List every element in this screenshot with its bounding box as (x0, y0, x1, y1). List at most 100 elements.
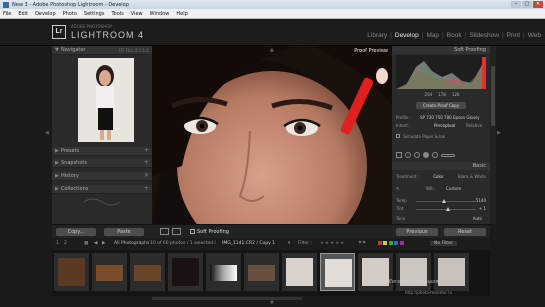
histogram-header[interactable]: Soft Proofing (392, 46, 490, 54)
soft-proofing-toggle[interactable]: Soft Proofing (190, 229, 229, 235)
filmstrip-thumb-selected[interactable] (320, 253, 355, 291)
collections-header[interactable]: ▶ Collections + (52, 185, 152, 194)
menu-photo[interactable]: Photo (63, 11, 77, 17)
red-eye-tool-icon[interactable] (414, 152, 420, 158)
portrait-closeup-image (152, 46, 392, 224)
intent-relative[interactable]: Relative (466, 123, 482, 128)
menu-file[interactable]: File (3, 11, 11, 17)
page-2-button[interactable]: 2 (64, 241, 67, 246)
no-filter-dropdown[interactable]: No Filter (430, 241, 457, 246)
histogram[interactable] (396, 55, 486, 89)
filmstrip-thumb[interactable] (358, 253, 393, 291)
history-header[interactable]: ▶ History × (52, 172, 152, 181)
temp-slider-knob[interactable] (442, 199, 446, 203)
module-web[interactable]: Web (528, 32, 541, 39)
reset-button[interactable]: Reset (444, 228, 486, 236)
bottom-panel-toggle-icon[interactable]: ▼ (270, 300, 274, 306)
close-button[interactable]: ✕ (533, 1, 543, 8)
filmstrip-source[interactable]: All Photographs (114, 241, 149, 246)
filmstrip-thumb[interactable] (206, 253, 241, 291)
scrollbar-thumb[interactable] (491, 66, 495, 126)
forward-arrow-icon[interactable]: ▶ (102, 241, 105, 246)
filmstrip-thumb[interactable] (130, 253, 165, 291)
filmstrip-thumb[interactable] (282, 253, 317, 291)
menu-tools[interactable]: Tools (111, 11, 123, 17)
back-arrow-icon[interactable]: ◀ (94, 241, 97, 246)
menu-window[interactable]: Window (150, 11, 170, 17)
page-1-button[interactable]: 1 (56, 241, 59, 246)
watermark-author: Автор: Евгений Карташов (370, 279, 439, 285)
spot-removal-tool-icon[interactable] (405, 152, 411, 158)
white-balance-picker-icon[interactable]: ✎ (396, 186, 399, 191)
navigator-header[interactable]: ▼ Navigator FIT FILL 4:1 1:1 (52, 46, 152, 55)
module-slideshow[interactable]: Slideshow (469, 32, 499, 39)
tint-slider[interactable] (416, 207, 476, 211)
rating-filter-stars[interactable]: ★★★★★ (320, 241, 345, 246)
right-panel-scrollbar[interactable] (490, 46, 496, 224)
menu-help[interactable]: Help (176, 11, 187, 17)
menu-settings[interactable]: Settings (84, 11, 105, 17)
temp-value[interactable]: 5140 (476, 198, 486, 203)
color-label-filter[interactable] (378, 241, 404, 247)
tint-value[interactable]: + 1 (479, 206, 486, 211)
previous-button[interactable]: Previous (396, 228, 438, 236)
navigator-zoom-options[interactable]: FIT FILL 4:1 1:1 (118, 48, 149, 53)
menu-view[interactable]: View (131, 11, 143, 17)
snapshots-header[interactable]: ▶ Snapshots + (52, 159, 152, 168)
flag-filter-icon[interactable]: ⚑⚑ (358, 241, 366, 246)
intent-row[interactable]: Intent : Perceptual Relative (396, 123, 486, 128)
module-library[interactable]: Library (367, 32, 387, 39)
grid-icon[interactable]: ▦ (84, 241, 88, 246)
graduated-filter-icon[interactable] (423, 152, 429, 158)
paste-button[interactable]: Paste (104, 228, 144, 236)
filmstrip-thumb[interactable] (396, 253, 431, 291)
intent-perceptual[interactable]: Perceptual (434, 123, 455, 128)
filmstrip-thumb[interactable] (434, 253, 469, 291)
simulate-row[interactable]: Simulate Paper & Ink (396, 134, 486, 139)
module-print[interactable]: Print (507, 32, 520, 39)
add-icon[interactable]: + (144, 185, 149, 192)
treatment-bw[interactable]: Black & White (458, 174, 486, 179)
filmstrip-dropdown-icon[interactable]: ▾ (288, 241, 290, 246)
tone-auto-button[interactable]: Auto (473, 216, 482, 221)
wb-value[interactable]: Custom (446, 186, 461, 191)
wb-label: WB : (426, 186, 436, 191)
navigator-preview[interactable] (78, 58, 134, 142)
module-book[interactable]: Book (447, 32, 462, 39)
presets-header[interactable]: ▶ Presets + (52, 147, 152, 156)
title-bar: New 3 - Adobe Photoshop Lightroom - Deve… (0, 0, 545, 9)
treatment-color[interactable]: Color (433, 174, 443, 179)
adjustment-brush-icon[interactable] (441, 153, 455, 157)
temp-slider[interactable] (416, 199, 476, 203)
main-image-view[interactable]: Proof Preview (152, 46, 392, 224)
profile-value[interactable]: SP 730 750 780 Epson Glossy (420, 115, 480, 120)
filmstrip-thumb[interactable] (168, 253, 203, 291)
left-panel-toggle-icon[interactable]: ◀ (45, 130, 49, 136)
module-develop[interactable]: Develop (395, 32, 419, 39)
top-panel-toggle-icon[interactable]: ▲ (270, 47, 274, 53)
minimize-button[interactable]: – (511, 1, 521, 8)
menu-edit[interactable]: Edit (18, 11, 28, 17)
soft-proofing-checkbox[interactable] (190, 229, 195, 234)
maximize-button[interactable]: □ (522, 1, 532, 8)
simulate-checkbox[interactable] (396, 134, 400, 138)
before-after-icon[interactable] (172, 228, 181, 235)
create-proof-copy-button[interactable]: Create Proof Copy (416, 102, 466, 109)
module-map[interactable]: Map (426, 32, 439, 39)
tint-slider-knob[interactable] (446, 207, 450, 211)
copy-button[interactable]: Copy... (56, 228, 96, 236)
filmstrip-thumb[interactable] (244, 253, 279, 291)
radial-filter-icon[interactable] (432, 152, 438, 158)
filmstrip-thumb[interactable] (92, 253, 127, 291)
menu-develop[interactable]: Develop (35, 11, 56, 17)
add-icon[interactable]: + (144, 147, 149, 154)
profile-row[interactable]: Profile : SP 730 750 780 Epson Glossy (396, 115, 486, 120)
crop-tool-icon[interactable] (396, 152, 402, 158)
right-panel-toggle-icon[interactable]: ▶ (497, 130, 501, 136)
add-icon[interactable]: + (144, 159, 149, 166)
loupe-view-icon[interactable] (160, 228, 169, 235)
filmstrip-thumb[interactable] (54, 253, 89, 291)
clear-icon[interactable]: × (144, 172, 149, 179)
filmstrip-scroll-thumb[interactable] (152, 297, 302, 300)
basic-header[interactable]: Basic (392, 162, 490, 170)
